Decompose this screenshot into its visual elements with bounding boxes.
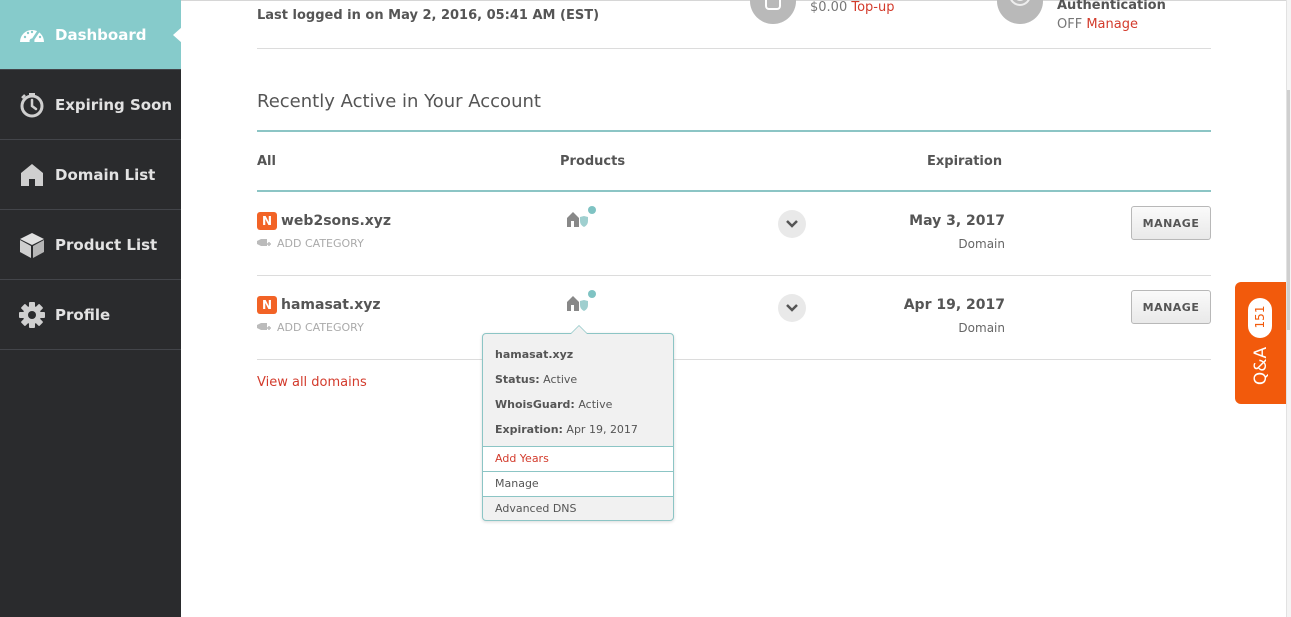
tag-icon — [257, 322, 271, 330]
topup-link[interactable]: Top-up — [851, 0, 894, 15]
fingerprint-icon — [997, 0, 1043, 24]
auth-state-value: OFF — [1057, 17, 1083, 32]
popover-status: Status: Active — [495, 373, 578, 386]
product-icons[interactable] — [565, 206, 599, 228]
expiration-date: Apr 19, 2017 — [903, 297, 1005, 313]
tag-icon — [257, 238, 271, 246]
scrollbar-thumb[interactable] — [1287, 90, 1290, 330]
house-icon — [16, 159, 48, 191]
add-years-link[interactable]: Add Years — [483, 446, 673, 471]
product-popover: hamasat.xyz Status: Active WhoisGuard: A… — [482, 325, 674, 521]
popover-domain: hamasat.xyz — [495, 348, 574, 361]
add-category-label: ADD CATEGORY — [277, 321, 364, 334]
balance: $0.00 Top-up — [810, 0, 894, 15]
chevron-down-icon — [786, 220, 798, 228]
popover-manage-link[interactable]: Manage — [483, 471, 673, 496]
sidebar-item-label: Product List — [55, 235, 158, 254]
expiration-type: Domain — [958, 237, 1005, 251]
add-category-link[interactable]: ADD CATEGORY — [257, 237, 364, 250]
domain-name[interactable]: hamasat.xyz — [281, 297, 381, 313]
speedometer-icon — [16, 19, 48, 51]
product-icons[interactable] — [565, 290, 599, 312]
add-category-link[interactable]: ADD CATEGORY — [257, 321, 364, 334]
last-logged-text: Last logged in on May 2, 2016, 05:41 AM … — [257, 8, 600, 23]
sidebar: Dashboard Expiring Soon Domain List Prod… — [0, 0, 182, 617]
divider — [257, 48, 1211, 49]
sidebar-item-label: Dashboard — [55, 25, 147, 44]
expand-row-button[interactable] — [778, 210, 806, 238]
domain-name[interactable]: web2sons.xyz — [281, 213, 391, 229]
domain-whoisguard-icon — [567, 290, 596, 311]
stopwatch-icon — [16, 89, 48, 121]
qa-count-badge: 151 — [1248, 298, 1272, 338]
sidebar-item-label: Domain List — [55, 165, 156, 184]
expiration-type: Domain — [958, 321, 1005, 335]
view-all-domains-link[interactable]: View all domains — [257, 375, 367, 390]
expiration-date: May 3, 2017 — [909, 213, 1005, 229]
gear-icon — [16, 299, 48, 331]
manage-button[interactable]: MANAGE — [1131, 290, 1211, 324]
namecheap-logo-icon: N — [257, 296, 277, 314]
sidebar-item-product-list[interactable]: Product List — [0, 210, 181, 280]
main-content: Last logged in on May 2, 2016, 05:41 AM … — [257, 0, 1211, 617]
box-icon — [16, 229, 48, 261]
sidebar-item-label: Expiring Soon — [55, 95, 173, 114]
auth-manage-link[interactable]: Manage — [1086, 17, 1138, 32]
sidebar-item-label: Profile — [55, 305, 111, 324]
column-header-products: Products — [560, 154, 626, 169]
divider — [257, 130, 1211, 132]
sidebar-item-profile[interactable]: Profile — [0, 280, 181, 350]
balance-amount: $0.00 — [810, 0, 848, 15]
sidebar-item-dashboard[interactable]: Dashboard — [0, 0, 182, 70]
auth-status: OFF Manage — [1057, 17, 1138, 32]
column-header-all[interactable]: All — [257, 154, 276, 169]
table-row: N hamasat.xyz ADD CATEGORY Apr 19, 2017 … — [257, 276, 1211, 360]
qa-tab[interactable]: 151 Q&A — [1235, 282, 1287, 404]
popover-expiration: Expiration: Apr 19, 2017 — [495, 423, 638, 436]
domain-whoisguard-icon — [567, 206, 596, 227]
add-category-label: ADD CATEGORY — [277, 237, 364, 250]
advanced-dns-link[interactable]: Advanced DNS — [483, 496, 673, 520]
sidebar-item-domain-list[interactable]: Domain List — [0, 140, 181, 210]
namecheap-logo-icon: N — [257, 212, 277, 230]
column-header-expiration: Expiration — [927, 154, 1003, 169]
sidebar-item-expiring-soon[interactable]: Expiring Soon — [0, 70, 181, 140]
manage-button[interactable]: MANAGE — [1131, 206, 1211, 240]
chevron-down-icon — [786, 304, 798, 312]
auth-title: Authentication — [1057, 0, 1166, 13]
section-title: Recently Active in Your Account — [257, 91, 541, 112]
qa-label: Q&A — [1251, 346, 1271, 386]
popover-whoisguard: WhoisGuard: Active — [495, 398, 613, 411]
expand-row-button[interactable] — [778, 294, 806, 322]
balance-icon — [750, 0, 796, 24]
table-row: N web2sons.xyz ADD CATEGORY May 3, 2017 … — [257, 192, 1211, 276]
